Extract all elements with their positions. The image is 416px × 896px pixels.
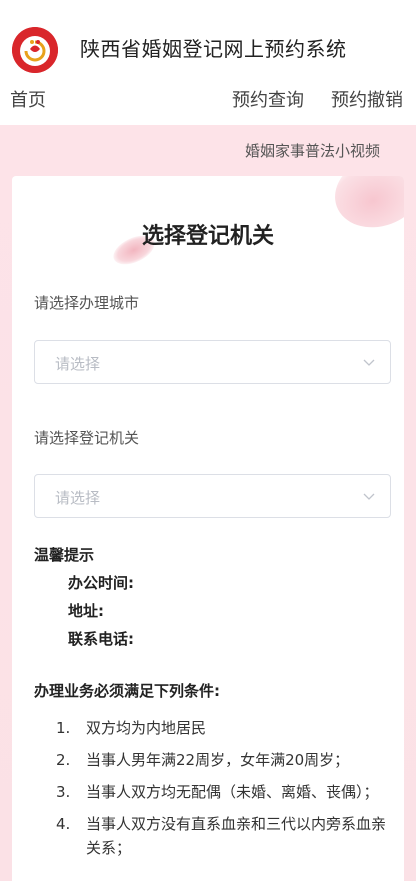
header: 陕西省婚姻登记网上预约系统 首页 预约查询 预约撤销 bbox=[0, 0, 416, 125]
list-item-text: 双方均为内地居民 bbox=[86, 719, 207, 737]
address-label: 地址: bbox=[68, 602, 104, 620]
conditions-list: 1. 双方均为内地居民 2. 当事人男年满22周岁，女年满20周岁； 3. 当事… bbox=[56, 716, 386, 868]
list-item-text: 当事人男年满22周岁，女年满20周岁； bbox=[86, 751, 350, 769]
office-select-placeholder: 请选择 bbox=[55, 489, 101, 507]
list-item: 2. 当事人男年满22周岁，女年满20周岁； bbox=[56, 748, 386, 772]
city-select-placeholder: 请选择 bbox=[55, 355, 101, 373]
list-item-number: 1. bbox=[56, 719, 71, 737]
list-item: 1. 双方均为内地居民 bbox=[56, 716, 386, 740]
list-item-text: 当事人双方均无配偶（未婚、离婚、丧偶）； bbox=[86, 783, 379, 801]
office-hours-label: 办公时间: bbox=[68, 574, 134, 592]
chevron-down-icon bbox=[363, 359, 375, 366]
promo-video-link[interactable]: 婚姻家事普法小视频 bbox=[245, 140, 380, 161]
list-item: 3. 当事人双方均无配偶（未婚、离婚、丧偶）； bbox=[56, 780, 386, 804]
list-item-text: 当事人双方没有直系血亲和三代以内旁系血亲关系； bbox=[86, 815, 387, 857]
site-title: 陕西省婚姻登记网上预约系统 bbox=[80, 37, 347, 61]
tips-title: 温馨提示 bbox=[34, 546, 95, 564]
nav-appointment-cancel-link[interactable]: 预约撤销 bbox=[331, 86, 403, 112]
nav-appointment-query-link[interactable]: 预约查询 bbox=[232, 86, 304, 112]
list-item-number: 4. bbox=[56, 815, 71, 833]
office-select[interactable]: 请选择 bbox=[34, 474, 391, 518]
city-label: 请选择办理城市 bbox=[34, 294, 140, 312]
marriage-registration-logo-icon[interactable] bbox=[12, 27, 58, 73]
list-item-number: 3. bbox=[56, 783, 71, 801]
registration-office-card: 选择登记机关 请选择办理城市 请选择 请选择登记机关 请选择 温馨提示 办公时间… bbox=[12, 176, 404, 896]
city-select[interactable]: 请选择 bbox=[34, 340, 391, 384]
chevron-down-icon bbox=[363, 493, 375, 500]
office-label: 请选择登记机关 bbox=[34, 429, 140, 447]
phone-label: 联系电话: bbox=[68, 630, 134, 648]
list-item-number: 2. bbox=[56, 751, 71, 769]
list-item: 4. 当事人双方没有直系血亲和三代以内旁系血亲关系； bbox=[56, 812, 386, 860]
page-title: 选择登记机关 bbox=[141, 224, 274, 249]
nav-home-link[interactable]: 首页 bbox=[10, 86, 46, 112]
conditions-title: 办理业务必须满足下列条件: bbox=[34, 682, 220, 700]
